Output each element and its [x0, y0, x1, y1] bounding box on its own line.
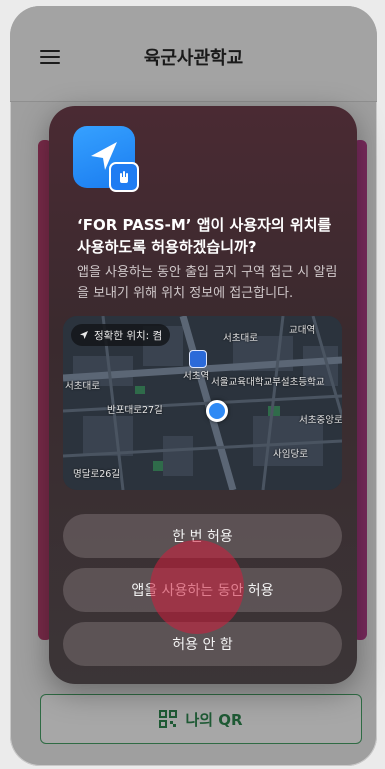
dialog-message: 앱을 사용하는 동안 출입 금지 구역 접근 시 알림을 보내기 위해 위치 정… [77, 265, 338, 301]
page-title: 육군사관학교 [143, 48, 244, 69]
map-label-seocho-station: 서초역 [183, 371, 210, 382]
touch-indicator [150, 540, 244, 634]
map-label-saimdang: 사임당로 [273, 449, 308, 460]
precise-location-toggle[interactable]: 정확한 위치: 켬 [71, 324, 171, 346]
map-label-banpodaero27: 반포대로27길 [107, 405, 163, 416]
dialog-title: ‘FOR PASS-M’ 앱이 사용자의 위치를 사용하도록 허용하겠습니까? [77, 216, 332, 256]
precise-location-label: 정확한 위치: 켬 [94, 329, 163, 342]
map-label-gyodae: 교대역 [289, 325, 316, 336]
qr-code-icon [159, 710, 178, 728]
metro-station-icon [189, 350, 207, 368]
hand-badge-icon [109, 162, 139, 192]
my-qr-label: 나의 QR [185, 710, 243, 729]
location-map-preview: 정확한 위치: 켬 서초역 서초대로 서초대로 반포대로27길 교대역 서울교육… [63, 316, 342, 490]
current-location-dot [206, 400, 228, 422]
top-navbar: 육군사관학교 [10, 6, 377, 102]
app-icon [73, 126, 139, 192]
map-label-seochodaero: 서초대로 [223, 333, 258, 344]
map-label-school: 서울교육대학교부설초등학교 [211, 377, 325, 388]
map-label-myeongdal26: 명달로26길 [73, 469, 121, 480]
map-label-seocho-jungang: 서초중앙로 [299, 415, 342, 426]
dont-allow-label: 허용 안 함 [172, 637, 233, 653]
location-arrow-icon [80, 331, 88, 339]
map-label-seochodaero-left: 서초대로 [65, 381, 100, 392]
my-qr-button[interactable]: 나의 QR [40, 694, 362, 744]
